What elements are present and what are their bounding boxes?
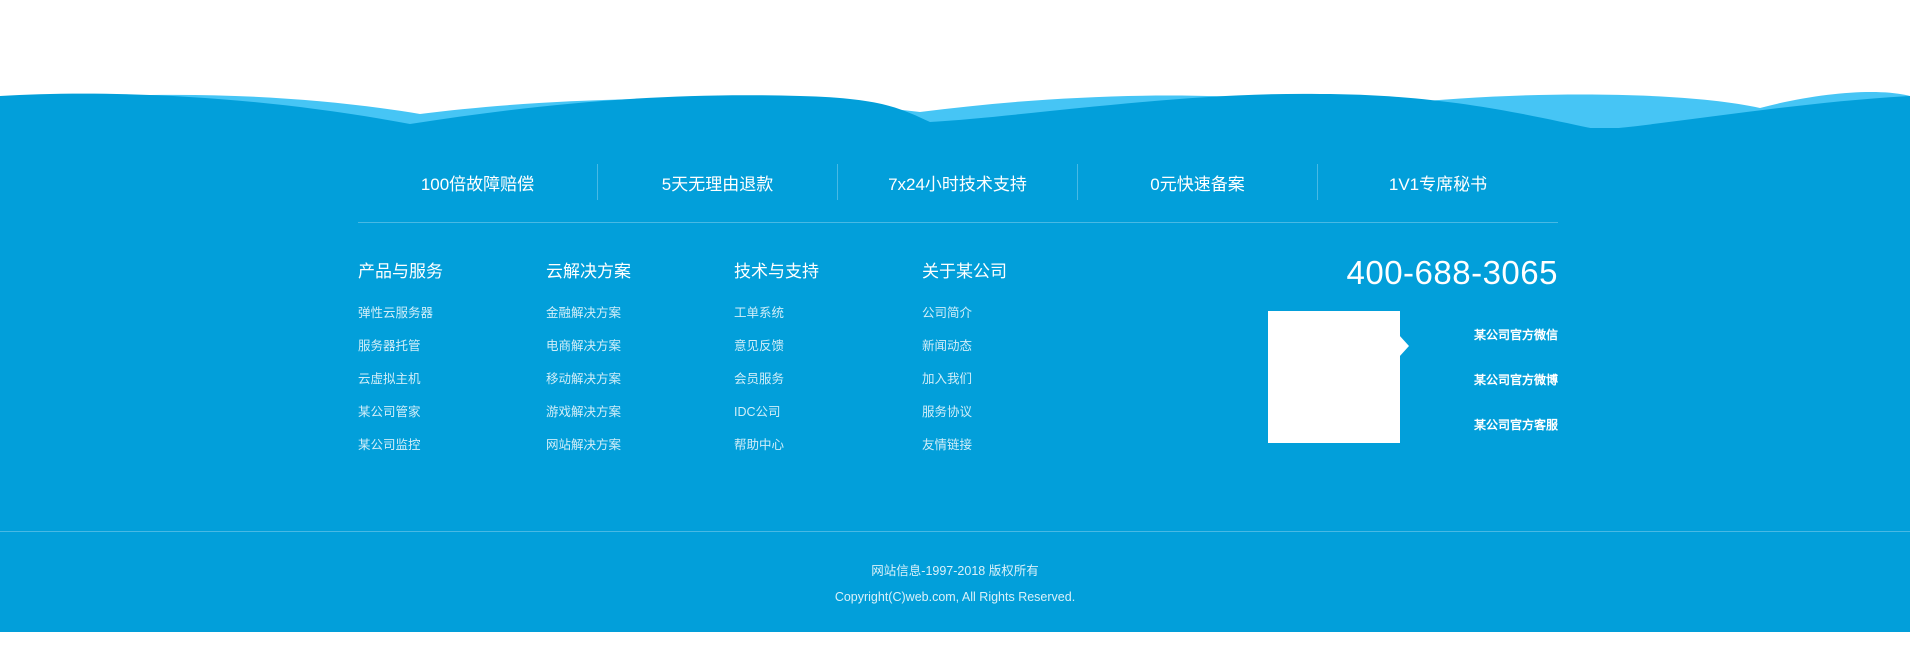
footer-link[interactable]: 友情链接 [922, 436, 1110, 469]
footer-link[interactable]: 意见反馈 [734, 337, 922, 370]
link-column-products: 产品与服务 弹性云服务器 服务器托管 云虚拟主机 某公司管家 某公司监控 [358, 262, 546, 469]
footer-link[interactable]: 网站解决方案 [546, 436, 734, 469]
footer-divider [0, 531, 1910, 532]
footer-link[interactable]: 服务器托管 [358, 337, 546, 370]
guarantee-item[interactable]: 1V1专席秘书 [1318, 164, 1558, 200]
footer-link[interactable]: 工单系统 [734, 304, 922, 337]
column-title: 产品与服务 [358, 262, 443, 281]
qr-pointer-arrow [1399, 335, 1409, 357]
link-column-solutions: 云解决方案 金融解决方案 电商解决方案 移动解决方案 游戏解决方案 网站解决方案 [546, 262, 734, 469]
guarantee-item[interactable]: 0元快速备案 [1078, 164, 1318, 200]
guarantee-item[interactable]: 100倍故障赔偿 [358, 164, 598, 200]
footer-wave-decoration [0, 92, 1910, 130]
footer-link[interactable]: 弹性云服务器 [358, 304, 546, 337]
footer-link[interactable]: 帮助中心 [734, 436, 922, 469]
footer-link[interactable]: 加入我们 [922, 370, 1110, 403]
footer-link[interactable]: 某公司管家 [358, 403, 546, 436]
site-footer: 100倍故障赔偿 5天无理由退款 7x24小时技术支持 0元快速备案 1V1专席… [0, 128, 1910, 632]
column-title: 技术与支持 [734, 262, 819, 281]
social-link-customer-service[interactable]: 某公司官方客服 [1474, 416, 1558, 433]
footer-link[interactable]: 某公司监控 [358, 436, 546, 469]
link-column-support: 技术与支持 工单系统 意见反馈 会员服务 IDC公司 帮助中心 [734, 262, 922, 469]
guarantee-item[interactable]: 7x24小时技术支持 [838, 164, 1078, 200]
column-title: 云解决方案 [546, 262, 631, 281]
footer-link[interactable]: 公司简介 [922, 304, 1110, 337]
guarantee-item[interactable]: 5天无理由退款 [598, 164, 838, 200]
site-info-text: 网站信息-1997-2018 版权所有 [871, 564, 1039, 578]
hotline-phone: 400-688-3065 [1346, 254, 1558, 291]
column-title: 关于某公司 [922, 262, 1007, 281]
footer-link[interactable]: 金融解决方案 [546, 304, 734, 337]
footer-link[interactable]: 新闻动态 [922, 337, 1110, 370]
qr-code-image [1268, 311, 1400, 443]
footer-link[interactable]: 游戏解决方案 [546, 403, 734, 436]
guarantee-bar: 100倍故障赔偿 5天无理由退款 7x24小时技术支持 0元快速备案 1V1专席… [358, 164, 1558, 223]
footer-link[interactable]: 云虚拟主机 [358, 370, 546, 403]
social-link-weibo[interactable]: 某公司官方微博 [1474, 371, 1558, 388]
footer-link[interactable]: 服务协议 [922, 403, 1110, 436]
copyright-text: Copyright(C)web.com, All Rights Reserved… [834, 590, 1076, 604]
footer-link[interactable]: IDC公司 [734, 403, 922, 436]
footer-link[interactable]: 会员服务 [734, 370, 922, 403]
footer-link[interactable]: 电商解决方案 [546, 337, 734, 370]
footer-link[interactable]: 移动解决方案 [546, 370, 734, 403]
social-link-wechat[interactable]: 某公司官方微信 [1474, 326, 1558, 343]
link-column-about: 关于某公司 公司简介 新闻动态 加入我们 服务协议 友情链接 [922, 262, 1110, 469]
